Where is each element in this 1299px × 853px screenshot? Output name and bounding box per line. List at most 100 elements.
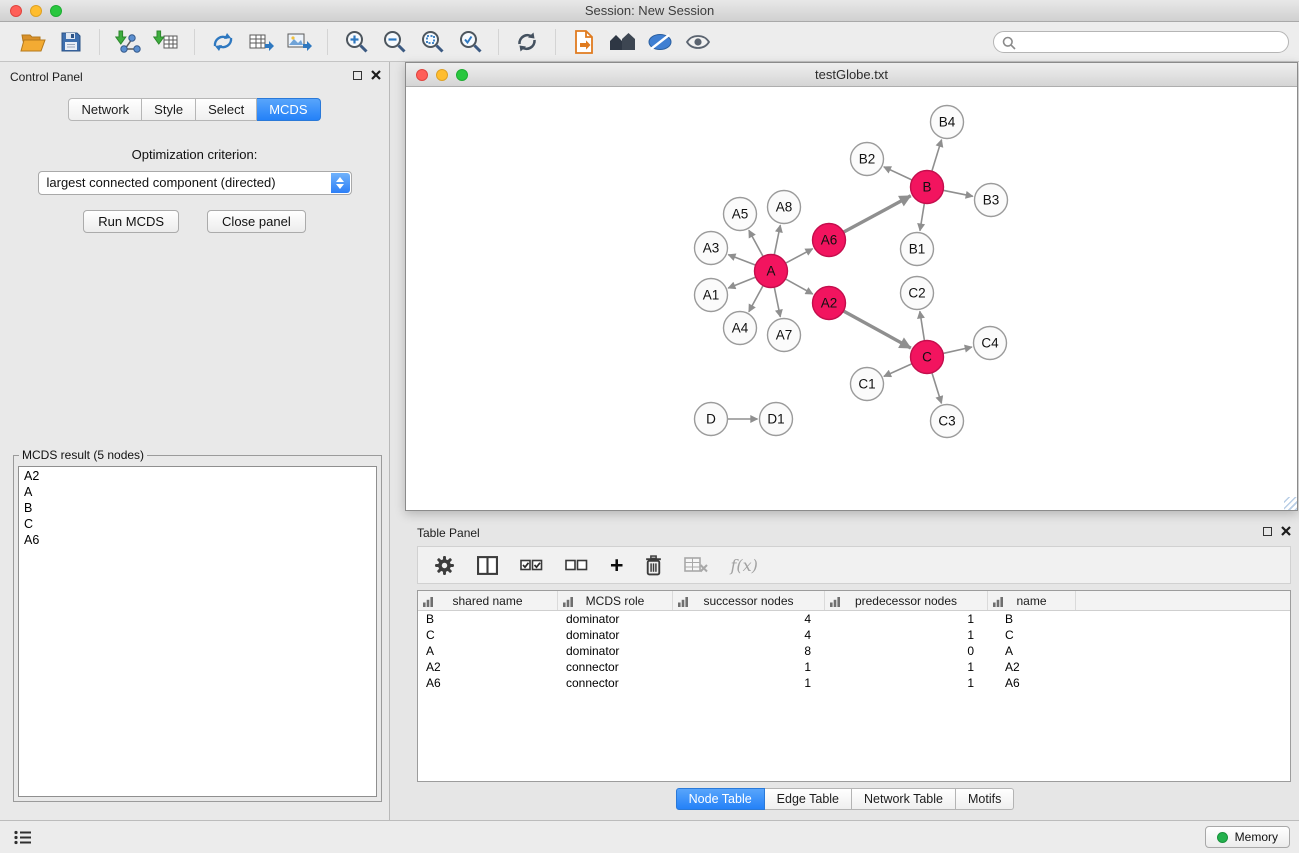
tab-edge-table[interactable]: Edge Table [765,788,852,810]
graph-node-B4[interactable]: B4 [931,106,964,139]
graph-edge[interactable] [884,364,912,377]
table-row[interactable]: A6connector11A6 [418,675,1290,691]
graph-edge[interactable] [884,167,912,180]
show-columns-button[interactable] [477,556,498,575]
table-cell[interactable]: C [988,627,1076,643]
search-field[interactable] [993,31,1289,53]
table-cell[interactable]: A [988,643,1076,659]
graph-node-A3[interactable]: A3 [695,232,728,265]
column-header[interactable]: shared name [418,591,558,610]
graph-node-A5[interactable]: A5 [724,198,757,231]
graph-edge[interactable] [728,255,755,265]
network-overview-button[interactable] [603,26,641,58]
close-window-icon[interactable] [10,5,22,17]
column-header[interactable]: MCDS role [558,591,673,610]
graph-node-B[interactable]: B [911,171,944,204]
table-cell[interactable]: 1 [673,659,825,675]
close-table-panel-icon[interactable] [1281,526,1291,536]
task-history-button[interactable] [9,825,37,849]
graph-edge[interactable] [774,225,780,255]
maximize-window-icon[interactable] [50,5,62,17]
graph-edge[interactable] [843,311,910,348]
maximize-network-icon[interactable] [456,69,468,81]
table-cell[interactable]: A2 [418,659,558,675]
graph-node-C4[interactable]: C4 [974,327,1007,360]
minimize-network-icon[interactable] [436,69,448,81]
column-header[interactable]: predecessor nodes [825,591,988,610]
graph-edge[interactable] [932,140,942,172]
export-table-button[interactable] [242,26,280,58]
close-panel-icon[interactable] [371,70,381,80]
close-network-icon[interactable] [416,69,428,81]
graph-edge[interactable] [943,190,973,196]
graph-node-C1[interactable]: C1 [851,368,884,401]
table-cell[interactable]: 4 [673,627,825,643]
tab-node-table[interactable]: Node Table [676,788,765,810]
graph-edge[interactable] [728,277,756,288]
create-column-button[interactable]: + [610,555,623,575]
graph-node-D[interactable]: D [695,403,728,436]
table-row[interactable]: A2connector11A2 [418,659,1290,675]
graph-edge[interactable] [932,373,942,404]
graph-edge[interactable] [844,196,911,232]
refresh-button[interactable] [508,26,546,58]
column-header[interactable]: successor nodes [673,591,825,610]
table-cell[interactable]: connector [558,659,673,675]
graph-edge[interactable] [785,279,812,294]
mcds-result-item[interactable]: C [19,516,376,532]
table-cell[interactable]: A6 [418,675,558,691]
zoom-out-button[interactable] [375,26,413,58]
tab-select[interactable]: Select [196,98,257,121]
graph-edge[interactable] [943,347,972,353]
mcds-result-item[interactable]: A6 [19,532,376,548]
network-window-controls[interactable] [416,69,468,81]
table-row[interactable]: Bdominator41B [418,611,1290,627]
table-cell[interactable]: A2 [988,659,1076,675]
graph-node-B2[interactable]: B2 [851,143,884,176]
table-cell[interactable]: 1 [825,675,988,691]
select-all-columns-button[interactable] [520,558,543,572]
export-image-button[interactable] [280,26,318,58]
import-network-button[interactable] [109,26,147,58]
table-cell[interactable]: 0 [825,643,988,659]
show-graphics-button[interactable] [679,26,717,58]
import-table-button[interactable] [147,26,185,58]
table-cell[interactable]: 1 [673,675,825,691]
open-session-doc-button[interactable] [565,26,603,58]
window-controls[interactable] [10,5,62,17]
table-cell[interactable]: dominator [558,643,673,659]
column-header[interactable]: name [988,591,1076,610]
tab-style[interactable]: Style [142,98,196,121]
mcds-result-item[interactable]: A2 [19,468,376,484]
search-input[interactable] [994,32,1288,52]
run-mcds-button[interactable]: Run MCDS [83,210,179,233]
mcds-result-item[interactable]: B [19,500,376,516]
close-panel-button[interactable]: Close panel [207,210,306,233]
optimization-criterion-dropdown[interactable]: largest connected component (directed) [38,171,352,195]
zoom-selected-button[interactable] [451,26,489,58]
table-cell[interactable]: connector [558,675,673,691]
tab-network[interactable]: Network [68,98,142,121]
graph-node-C2[interactable]: C2 [901,277,934,310]
table-cell[interactable]: 8 [673,643,825,659]
graph-node-A2[interactable]: A2 [813,287,846,320]
table-cell[interactable]: 1 [825,659,988,675]
graph-edge[interactable] [920,203,924,230]
float-panel-icon[interactable] [353,71,362,80]
table-cell[interactable]: 1 [825,611,988,627]
mcds-result-item[interactable]: A [19,484,376,500]
graph-node-C3[interactable]: C3 [931,405,964,438]
table-cell[interactable]: B [418,611,558,627]
graph-edge[interactable] [774,287,780,317]
window-resize-grip[interactable] [1284,497,1297,510]
graph-node-B1[interactable]: B1 [901,233,934,266]
table-cell[interactable]: dominator [558,611,673,627]
style-preview-button[interactable] [641,26,679,58]
graph-node-A1[interactable]: A1 [695,279,728,312]
tab-motifs[interactable]: Motifs [956,788,1014,810]
table-cell[interactable]: A6 [988,675,1076,691]
graph-edge[interactable] [749,230,763,256]
open-file-button[interactable] [14,26,52,58]
table-cell[interactable]: dominator [558,627,673,643]
delete-columns-button[interactable] [645,555,662,576]
